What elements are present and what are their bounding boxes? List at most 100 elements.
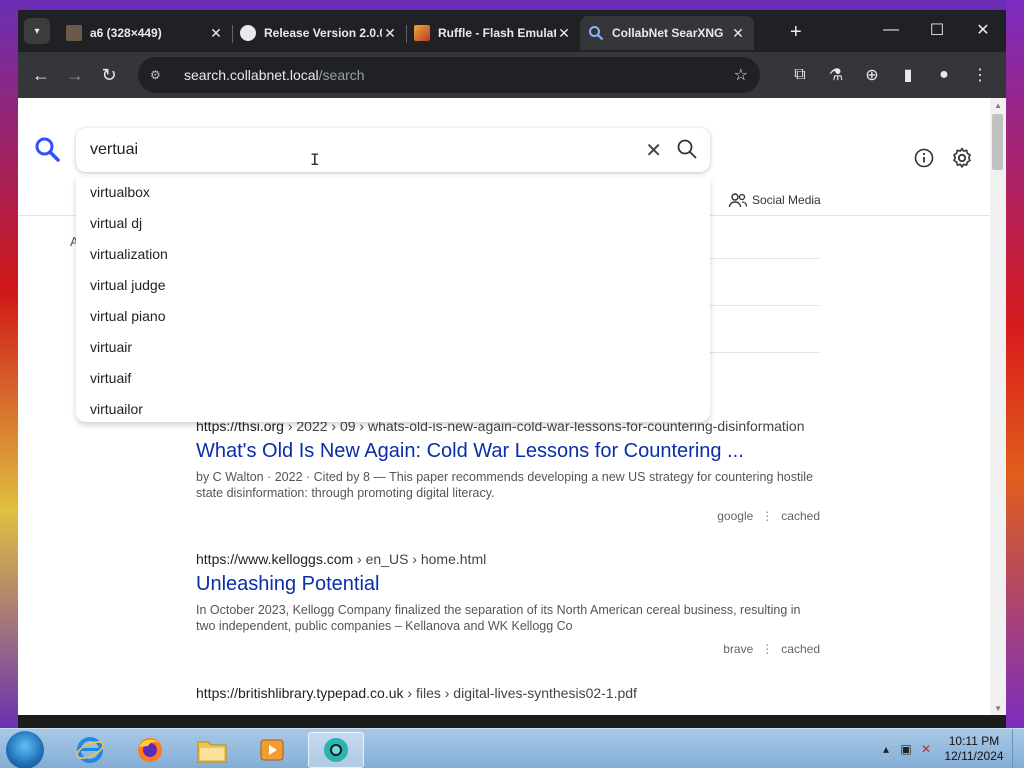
start-button[interactable] (6, 731, 44, 768)
tray-expand-icon[interactable]: ▴ (876, 742, 896, 756)
network-icon[interactable]: ▣ (896, 742, 916, 756)
desktop-background-left (0, 0, 18, 730)
cached-link[interactable]: cached (781, 642, 820, 656)
suggestion-item[interactable]: virtual judge (76, 275, 710, 306)
tab-title: Release Version 2.0.0 (264, 26, 382, 40)
clear-search-icon[interactable]: ✕ (645, 138, 662, 163)
autocomplete-dropdown: virtualbox virtual dj virtualization vir… (76, 178, 710, 422)
divider (710, 352, 820, 353)
tab-ruffle[interactable]: Ruffle - Flash Emulator ✕ (406, 16, 580, 50)
system-tray: ▴ ▣ ✕ 10:11 PM 12/11/2024 (876, 729, 1024, 768)
tab-close-icon[interactable]: ✕ (730, 25, 746, 42)
tab-image[interactable]: a6 (328×449) ✕ (58, 16, 232, 50)
menu-kebab-icon[interactable]: ⋮ (962, 59, 998, 91)
result-item: https://www.kelloggs.com › en_US › home.… (196, 551, 820, 656)
browser-window: ▾ a6 (328×449) ✕ Release Version 2.0.0 ✕… (18, 10, 1006, 715)
people-icon (728, 193, 748, 208)
image-favicon-icon (66, 25, 82, 41)
search-query-text: vertuai (90, 141, 139, 158)
extensions-puzzle-icon[interactable]: ⧉ (782, 59, 818, 91)
suggestion-item[interactable]: virtuailor (76, 399, 710, 430)
result-engine: google (717, 509, 754, 523)
address-host: search.collabnet.local (184, 67, 319, 83)
cached-link[interactable]: cached (781, 509, 820, 523)
tab-title: CollabNet SearXNG (612, 26, 724, 40)
result-title-link[interactable]: What's Old Is New Again: Cold War Lesson… (196, 440, 820, 463)
new-tab-plus-icon[interactable]: + (790, 22, 802, 42)
result-meta: google ⋮ cached (196, 509, 820, 523)
taskbar: ▴ ▣ ✕ 10:11 PM 12/11/2024 (0, 728, 1024, 768)
chrome-app-icon[interactable] (308, 732, 364, 768)
result-title-link[interactable]: Unleashing Potential (196, 573, 820, 596)
back-arrow-icon[interactable]: ← (24, 58, 58, 92)
tab-title: Ruffle - Flash Emulator (438, 26, 556, 40)
tab-searxng[interactable]: CollabNet SearXNG ✕ (580, 16, 754, 50)
labs-flask-icon[interactable]: ⚗ (818, 59, 854, 91)
show-desktop-button[interactable] (1012, 729, 1024, 768)
close-window-icon[interactable]: ✕ (960, 16, 1006, 44)
ruffle-icon (414, 25, 430, 41)
firefox-icon[interactable] (122, 732, 178, 768)
search-input[interactable]: vertuai ✕ (76, 128, 710, 172)
explorer-folder-icon[interactable] (184, 732, 240, 768)
searxng-logo-icon[interactable] (34, 136, 60, 162)
result-url[interactable]: https://britishlibrary.typepad.co.uk › f… (196, 685, 820, 701)
gear-icon[interactable] (950, 146, 974, 170)
volume-muted-icon[interactable]: ✕ (916, 742, 936, 756)
clock-time: 10:11 PM (948, 734, 1000, 748)
more-dots-icon: ⋮ (761, 642, 774, 656)
ie-icon[interactable] (62, 732, 118, 768)
search-submit-icon[interactable] (676, 138, 698, 160)
suggestion-item[interactable]: virtualbox (76, 182, 710, 213)
browser-toolbar: ← → ↻ ⚙ search.collabnet.local/search ☆ … (18, 52, 1006, 98)
result-item: https://thsi.org › 2022 › 09 › whats-old… (196, 418, 820, 523)
minimize-icon[interactable]: — (868, 16, 914, 44)
search-favicon-icon (589, 26, 604, 41)
address-path: /search (318, 67, 365, 83)
tab-release[interactable]: Release Version 2.0.0 ✕ (232, 16, 406, 50)
scroll-down-arrow-icon[interactable]: ▼ (994, 704, 1002, 713)
tab-close-icon[interactable]: ✕ (556, 25, 572, 42)
tab-search-button[interactable]: ▾ (24, 18, 50, 44)
tab-close-icon[interactable]: ✕ (382, 25, 398, 42)
desktop-background-right (1006, 0, 1024, 730)
divider (710, 258, 820, 259)
scroll-thumb[interactable] (992, 114, 1003, 170)
divider (710, 305, 820, 306)
result-snippet: In October 2023, Kellogg Company finaliz… (196, 603, 801, 633)
page-content: vertuai ✕ I Social Media A https://thsi.… (18, 98, 1006, 715)
reload-icon[interactable]: ↻ (92, 58, 126, 92)
suggestion-item[interactable]: virtuair (76, 337, 710, 368)
more-dots-icon: ⋮ (761, 509, 774, 523)
bookmark-star-icon[interactable]: ☆ (734, 65, 748, 85)
page-scrollbar[interactable]: ▲ ▼ (990, 98, 1006, 715)
desktop-background (0, 0, 1024, 10)
maximize-icon[interactable]: ☐ (914, 16, 960, 44)
suggestion-item[interactable]: virtuaif (76, 368, 710, 399)
profile-avatar-icon[interactable]: ● (926, 59, 962, 91)
scroll-up-arrow-icon[interactable]: ▲ (994, 101, 1002, 110)
github-icon (240, 25, 256, 41)
suggestion-item[interactable]: virtual dj (76, 213, 710, 244)
clock-date: 12/11/2024 (944, 749, 1004, 763)
clock[interactable]: 10:11 PM 12/11/2024 (936, 734, 1012, 764)
site-info-icon[interactable]: ⚙ (150, 68, 172, 82)
result-item: https://britishlibrary.typepad.co.uk › f… (196, 685, 820, 701)
info-icon[interactable] (913, 147, 935, 169)
suggestion-item[interactable]: virtual piano (76, 306, 710, 337)
media-player-icon[interactable] (244, 732, 300, 768)
result-engine: brave (723, 642, 754, 656)
result-snippet: by C Walton · 2022 · Cited by 8 — This p… (196, 470, 813, 500)
side-panel-icon[interactable]: ▮ (890, 59, 926, 91)
forward-arrow-icon[interactable]: → (58, 58, 92, 92)
download-icon[interactable]: ⊕ (854, 59, 890, 91)
text-cursor-icon: I (310, 150, 320, 169)
address-bar[interactable]: ⚙ search.collabnet.local/search ☆ (138, 57, 760, 93)
category-label: Social Media (752, 193, 821, 207)
tab-title: a6 (328×449) (90, 26, 162, 40)
category-social-media[interactable]: Social Media (728, 192, 821, 208)
tab-close-icon[interactable]: ✕ (208, 25, 224, 42)
suggestion-item[interactable]: virtualization (76, 244, 710, 275)
tab-strip: ▾ a6 (328×449) ✕ Release Version 2.0.0 ✕… (18, 10, 1006, 52)
result-url[interactable]: https://www.kelloggs.com › en_US › home.… (196, 551, 820, 567)
